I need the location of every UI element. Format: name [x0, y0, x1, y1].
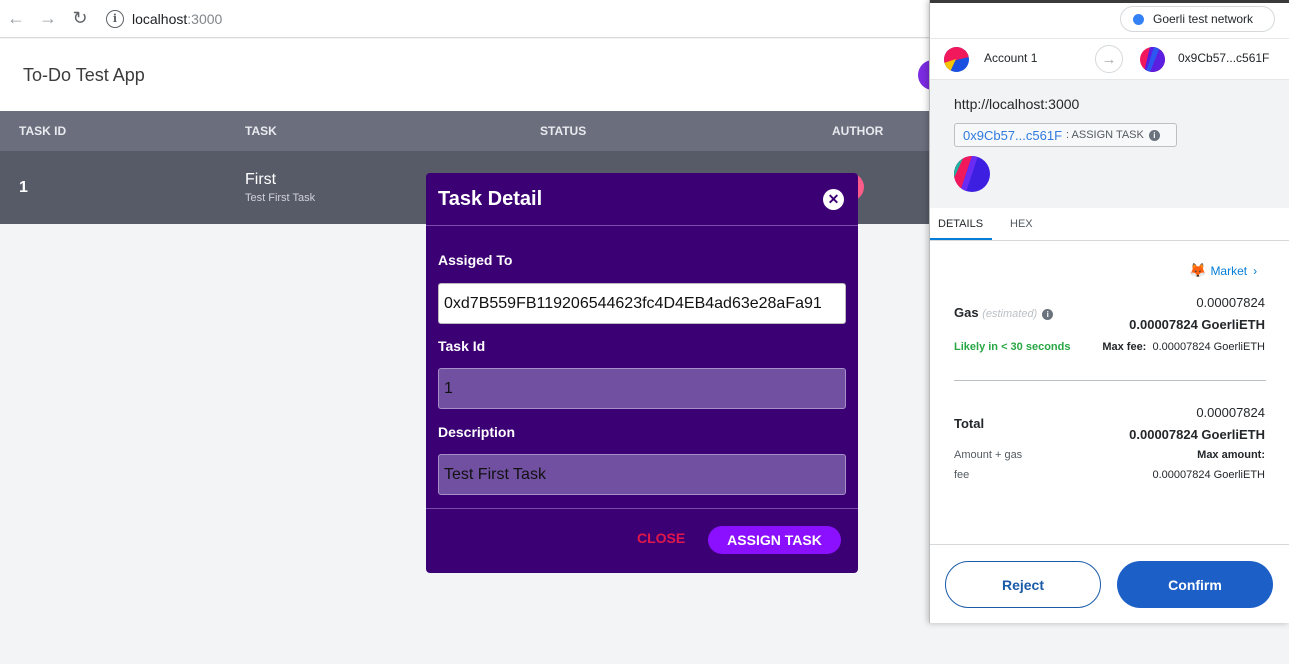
description-input[interactable]: Test First Task [438, 454, 846, 495]
max-fee: Max fee: 0.00007824 GoerliETH [1102, 341, 1265, 353]
contract-avatar [954, 156, 990, 192]
section-divider [954, 380, 1266, 381]
tab-hex[interactable]: HEX [1010, 218, 1033, 230]
network-selector[interactable]: Goerli test network [1120, 6, 1275, 32]
header-task: TASK [245, 124, 277, 138]
gas-value-small: 0.00007824 [1196, 295, 1265, 310]
close-button[interactable]: CLOSE [637, 530, 685, 546]
market-label: Market [1210, 263, 1248, 278]
contract-address-link[interactable]: 0x9Cb57...c561F [963, 128, 1062, 143]
chevron-right-icon: › [1253, 263, 1258, 278]
popup-footer: Reject Confirm [930, 544, 1289, 623]
header-task-id: TASK ID [19, 124, 67, 138]
details-tabs: DETAILS HEX [930, 208, 1289, 241]
origin-url: http://localhost:3000 [954, 96, 1080, 112]
assign-task-button[interactable]: ASSIGN TASK [708, 526, 841, 554]
gas-label: Gas (estimated) i [954, 305, 1054, 320]
task-title-cell: First [245, 171, 277, 188]
total-label: Total [954, 416, 985, 431]
from-account-name: Account 1 [984, 51, 1038, 65]
tab-details[interactable]: DETAILS [938, 218, 983, 230]
reject-button[interactable]: Reject [945, 561, 1101, 608]
reload-icon[interactable]: ↻ [64, 3, 96, 35]
url-host: localhost [132, 10, 188, 27]
assigned-to-input[interactable]: 0xd7B559FB119206544623fc4D4EB4ad63e28aFa… [438, 283, 846, 324]
site-info-icon[interactable]: i [106, 9, 124, 28]
info-icon[interactable]: i [1148, 129, 1160, 141]
task-id-input[interactable]: 1 [438, 368, 846, 409]
task-id-cell: 1 [19, 179, 28, 196]
table-header: TASK ID TASK STATUS AUTHOR [0, 111, 930, 151]
app-title: To-Do Test App [23, 65, 145, 85]
description-label: Description [438, 424, 516, 440]
back-arrow-icon[interactable]: ← [0, 3, 32, 35]
app-header: To-Do Test App [0, 39, 930, 111]
header-status: STATUS [540, 124, 587, 138]
method-name: : ASSIGN TASK [1066, 129, 1144, 141]
arrow-right-icon: → [1095, 45, 1123, 73]
active-tab-indicator [930, 238, 992, 240]
gas-info-icon[interactable]: i [1042, 309, 1054, 320]
metamask-popup: Goerli test network Account 1 → 0x9Cb57.… [929, 0, 1289, 623]
max-amount-value: 0.00007824 GoerliETH [1152, 469, 1265, 481]
fox-icon: 🦊 [1189, 262, 1207, 278]
to-account-address: 0x9Cb57...c561F [1178, 51, 1270, 65]
max-amount-label: Max amount: [1197, 449, 1265, 461]
total-value-small: 0.00007824 [1196, 405, 1265, 420]
market-gas-option[interactable]: 🦊 Market › [1189, 262, 1257, 279]
to-account-avatar [1140, 47, 1165, 72]
confirm-button[interactable]: Confirm [1117, 561, 1273, 608]
amount-gas-label: Amount + gas [954, 449, 1023, 461]
network-name: Goerli test network [1153, 12, 1254, 26]
url-port: :3000 [187, 10, 223, 27]
total-value-bold: 0.00007824 GoerliETH [1129, 427, 1265, 442]
gas-value-bold: 0.00007824 GoerliETH [1129, 317, 1265, 332]
max-fee-label: Max fee: [1102, 341, 1147, 353]
assigned-to-label: Assiged To [438, 252, 513, 268]
popup-top-strip [930, 0, 1289, 3]
account-transfer-row: Account 1 → 0x9Cb57...c561F [930, 38, 1289, 80]
network-dot-icon [1133, 13, 1144, 25]
method-pill: 0x9Cb57...c561F : ASSIGN TASK i [954, 123, 1177, 147]
modal-footer: CLOSE ASSIGN TASK [426, 508, 858, 573]
address-bar[interactable]: i localhost:3000 [106, 5, 936, 33]
task-description-cell: Test First Task [245, 192, 316, 204]
fee-label: fee [954, 469, 970, 481]
forward-arrow-icon[interactable]: → [32, 3, 64, 35]
modal-title: Task Detail [438, 188, 543, 210]
close-icon[interactable]: ✕ [823, 189, 844, 210]
modal-header: Task Detail ✕ [426, 173, 858, 226]
max-fee-value: 0.00007824 GoerliETH [1152, 341, 1265, 353]
task-detail-modal: Task Detail ✕ Assiged To 0xd7B559FB11920… [426, 173, 858, 573]
origin-section: http://localhost:3000 0x9Cb57...c561F : … [930, 80, 1289, 208]
from-account-avatar [944, 47, 969, 72]
header-author: AUTHOR [832, 124, 884, 138]
likely-time: Likely in < 30 seconds [954, 341, 1071, 353]
task-id-label: Task Id [438, 338, 486, 354]
